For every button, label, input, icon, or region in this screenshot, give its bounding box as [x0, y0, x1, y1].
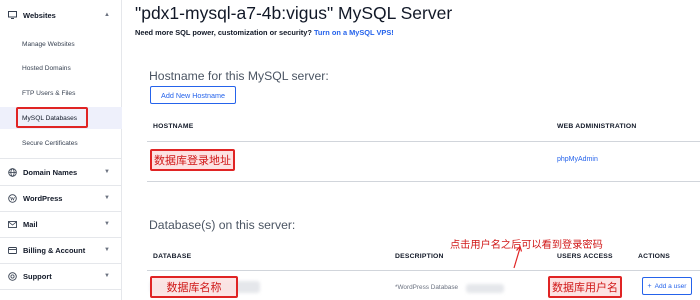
chevron-down-icon: ▼ [104, 221, 110, 227]
sidebar-divider [0, 185, 122, 186]
table-divider [147, 181, 700, 182]
table-divider [147, 270, 700, 271]
column-header-web-administration: WEB ADMINISTRATION [557, 123, 637, 130]
billing-icon [5, 246, 19, 254]
sidebar-divider [0, 211, 122, 212]
chevron-down-icon: ▼ [104, 169, 110, 175]
database-section-heading: Database(s) on this server: [149, 218, 296, 232]
upsell-message: Need more SQL power, customization or se… [135, 28, 394, 37]
sidebar-divider [0, 263, 122, 264]
sidebar-section-billing[interactable]: Billing & Account ▼ [0, 239, 122, 261]
database-description: *WordPress Database [395, 284, 459, 291]
sidebar: Websites ▲ Manage Websites Hosted Domain… [0, 0, 122, 300]
chevron-down-icon: ▼ [104, 247, 110, 253]
table-divider [147, 141, 700, 142]
monitor-icon [5, 11, 19, 19]
annotation-highlight-mysql [16, 107, 88, 128]
upsell-text: Need more SQL power, customization or se… [135, 28, 312, 37]
sidebar-section-domain-names[interactable]: Domain Names ▼ [0, 161, 122, 183]
sidebar-item-manage-websites[interactable]: Manage Websites [0, 34, 122, 54]
annotation-click-hint: 点击用户名之后可以看到登录密码 [450, 240, 603, 251]
phpmyadmin-link[interactable]: phpMyAdmin [557, 156, 598, 163]
hostname-section-heading: Hostname for this MySQL server: [149, 69, 329, 83]
annotation-database-user[interactable]: 数据库用户名 [548, 276, 622, 298]
column-header-database: DATABASE [153, 253, 192, 260]
globe-icon [5, 167, 19, 177]
sidebar-item-secure-certificates[interactable]: Secure Certificates [0, 133, 122, 153]
add-a-user-button[interactable]: + Add a user [642, 277, 692, 295]
column-header-actions: ACTIONS [638, 253, 670, 260]
redacted-description [466, 284, 504, 293]
sidebar-divider [0, 158, 122, 159]
sidebar-item-hosted-domains[interactable]: Hosted Domains [0, 58, 122, 78]
svg-text:W: W [10, 197, 15, 202]
column-header-description: DESCRIPTION [395, 253, 444, 260]
chevron-up-icon: ▲ [104, 12, 110, 18]
mail-icon [5, 220, 19, 228]
support-icon [5, 271, 19, 281]
column-header-hostname: HOSTNAME [153, 123, 194, 130]
upsell-vps-link[interactable]: Turn on a MySQL VPS! [314, 28, 394, 37]
column-header-users-access: USERS ACCESS [557, 253, 613, 260]
annotation-arrow-icon [513, 245, 523, 269]
main-content: "pdx1-mysql-a7-4b:vigus" MySQL Server Ne… [122, 0, 700, 300]
chevron-down-icon: ▼ [104, 195, 110, 201]
add-user-icon: + [647, 282, 652, 290]
sidebar-section-label: Websites [23, 10, 56, 20]
sidebar-section-wordpress[interactable]: W WordPress ▼ [0, 187, 122, 209]
sidebar-section-support[interactable]: Support ▼ [0, 265, 122, 287]
annotation-database-name: 数据库名称 [150, 276, 238, 298]
wordpress-icon: W [5, 193, 19, 203]
annotation-hostname: 数据库登录地址 [150, 149, 235, 171]
sidebar-item-ftp-users[interactable]: FTP Users & Files [0, 83, 122, 103]
sidebar-divider [0, 289, 122, 290]
chevron-down-icon: ▼ [104, 273, 110, 279]
page-title: "pdx1-mysql-a7-4b:vigus" MySQL Server [135, 3, 453, 23]
sidebar-section-websites[interactable]: Websites ▲ [0, 4, 122, 26]
add-new-hostname-button[interactable]: Add New Hostname [150, 86, 236, 104]
sidebar-divider [0, 237, 122, 238]
sidebar-section-mail[interactable]: Mail ▼ [0, 213, 122, 235]
